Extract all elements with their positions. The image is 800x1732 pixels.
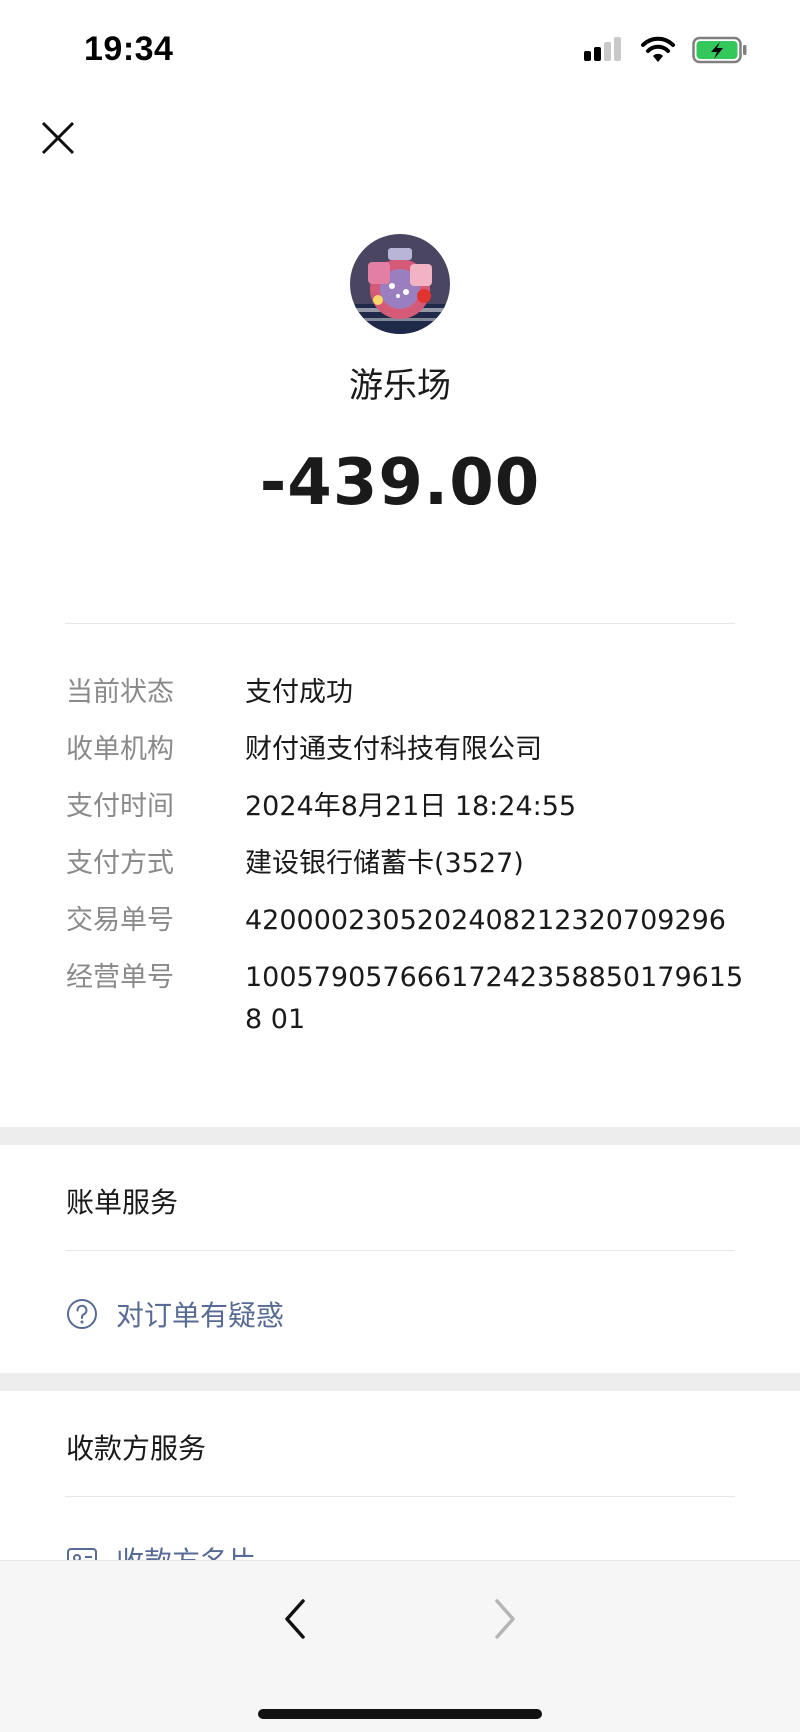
- detail-row-transaction-id: 交易单号 4200002305202408212320709296: [66, 900, 746, 942]
- detail-value: 支付成功: [245, 677, 353, 708]
- home-indicator: [258, 1709, 542, 1719]
- transaction-details: 当前状态 支付成功 收单机构 财付通支付科技有限公司 支付时间 2024年8月2…: [66, 672, 746, 1056]
- payment-amount: -439.00: [259, 446, 541, 520]
- status-icons: [582, 36, 748, 64]
- bill-service-title: 账单服务: [66, 1186, 179, 1219]
- detail-row-acquirer: 收单机构 财付通支付科技有限公司: [66, 729, 746, 771]
- order-question-link[interactable]: 对订单有疑惑: [66, 1294, 284, 1334]
- avatar-image: [350, 234, 450, 334]
- merchant-name: 游乐场: [349, 366, 451, 406]
- close-button[interactable]: [38, 118, 78, 158]
- status-time: 19:34: [84, 30, 174, 68]
- payee-service-title: 收款方服务: [66, 1432, 207, 1465]
- chevron-right-icon: [495, 1599, 515, 1639]
- back-button[interactable]: [266, 1589, 326, 1649]
- detail-value: 2024年8月21日 18:24:55: [245, 791, 577, 822]
- merchant-avatar: [350, 234, 450, 334]
- divider: [65, 1250, 735, 1251]
- cellular-signal-icon: [584, 37, 621, 61]
- chevron-left-icon: [285, 1599, 305, 1639]
- detail-row-pay-time: 支付时间 2024年8月21日 18:24:55: [66, 786, 746, 828]
- detail-label: 支付时间: [66, 791, 174, 822]
- wifi-icon: [641, 36, 675, 62]
- detail-label: 支付方式: [66, 848, 174, 879]
- detail-row-status: 当前状态 支付成功: [66, 672, 746, 714]
- detail-row-merchant-order-id: 经营单号 100579057666172423588501796158 01: [66, 957, 746, 1041]
- battery-charging-icon: [692, 36, 747, 64]
- divider: [65, 1496, 735, 1497]
- order-question-link-label: 对订单有疑惑: [116, 1299, 285, 1332]
- detail-label: 经营单号: [66, 962, 174, 993]
- detail-label: 交易单号: [66, 905, 174, 936]
- browser-bottom-bar: [0, 1560, 800, 1732]
- detail-value: 财付通支付科技有限公司: [245, 734, 542, 765]
- detail-label: 收单机构: [66, 734, 174, 765]
- detail-value[interactable]: 4200002305202408212320709296: [245, 900, 746, 942]
- detail-row-pay-method: 支付方式 建设银行储蓄卡(3527): [66, 843, 746, 885]
- divider: [65, 623, 735, 624]
- detail-label: 当前状态: [66, 677, 174, 708]
- question-circle-icon: [67, 1299, 97, 1329]
- section-separator: [0, 1373, 800, 1391]
- forward-button[interactable]: [474, 1589, 534, 1649]
- status-bar: 19:34: [0, 0, 800, 100]
- detail-value: 建设银行储蓄卡(3527): [245, 848, 524, 879]
- section-separator: [0, 1127, 800, 1145]
- close-icon: [41, 121, 75, 155]
- detail-value[interactable]: 100579057666172423588501796158 01: [245, 957, 746, 1041]
